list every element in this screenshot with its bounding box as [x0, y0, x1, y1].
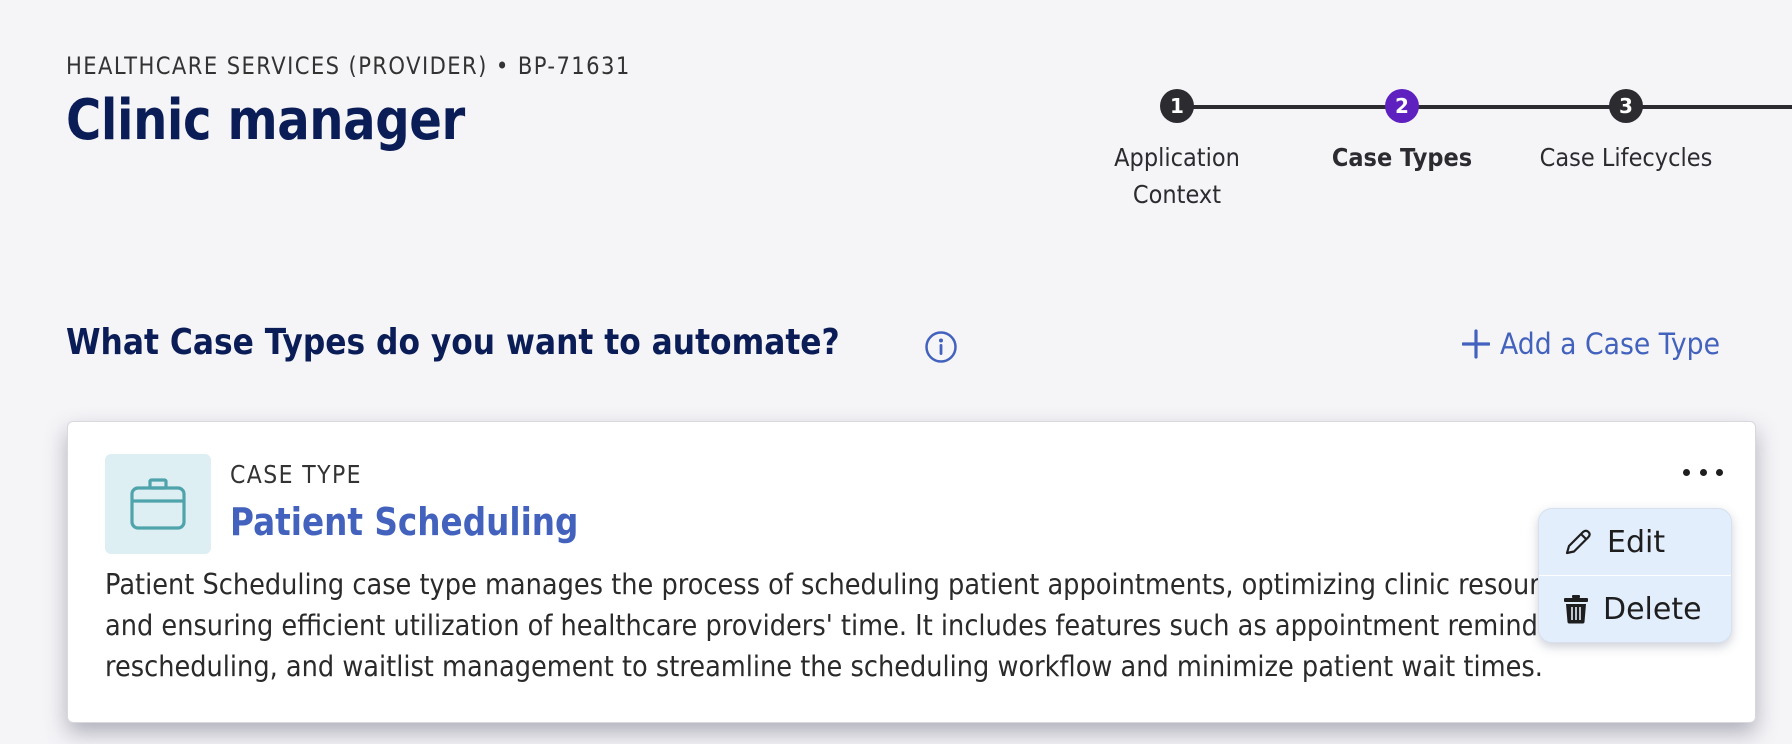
menu-item-label: Edit [1607, 524, 1666, 560]
menu-item-label: Delete [1603, 591, 1702, 627]
case-type-context-menu: Edit Delete [1538, 508, 1732, 643]
info-circle-icon[interactable] [924, 330, 958, 364]
add-case-type-label: Add a Case Type [1500, 327, 1721, 361]
page-eyebrow: HEALTHCARE SERVICES (PROVIDER) • BP-7163… [66, 52, 631, 80]
step-label: Case Types [1331, 143, 1473, 172]
case-type-kicker: CASE TYPE [230, 460, 362, 489]
step-label-line: Application [1114, 143, 1240, 172]
step-case-types[interactable]: 2 Case Types [1292, 89, 1512, 176]
pencil-icon [1565, 529, 1591, 555]
step-application-context[interactable]: 1 Application Context [1067, 89, 1287, 213]
plus-icon [1462, 329, 1490, 359]
case-type-name[interactable]: Patient Scheduling [230, 500, 578, 544]
more-options-button[interactable] [1683, 462, 1723, 482]
add-case-type-button[interactable]: Add a Case Type [1462, 327, 1739, 361]
case-type-description: Patient Scheduling case type manages the… [105, 568, 1586, 683]
trash-icon [1564, 595, 1588, 624]
more-horizontal-icon [1716, 468, 1723, 476]
briefcase-icon [130, 478, 186, 530]
step-number: 2 [1385, 89, 1419, 123]
page-title: Clinic manager [66, 88, 465, 153]
step-number: 3 [1609, 89, 1643, 123]
more-horizontal-icon [1683, 468, 1690, 476]
step-label: Application Context [1078, 139, 1276, 213]
menu-item-delete[interactable]: Delete [1539, 575, 1731, 642]
case-type-card[interactable]: CASE TYPE Patient Scheduling Patient Sch… [67, 421, 1756, 723]
more-horizontal-icon [1699, 468, 1707, 476]
case-type-icon-tile [105, 454, 211, 554]
section-title: What Case Types do you want to automate? [66, 322, 840, 363]
step-label-line: Context [1132, 180, 1222, 209]
step-case-lifecycles[interactable]: 3 Case Lifecycles [1516, 89, 1736, 176]
step-label: Case Lifecycles [1539, 143, 1713, 172]
step-number: 1 [1160, 89, 1194, 123]
menu-item-edit[interactable]: Edit [1539, 509, 1731, 575]
